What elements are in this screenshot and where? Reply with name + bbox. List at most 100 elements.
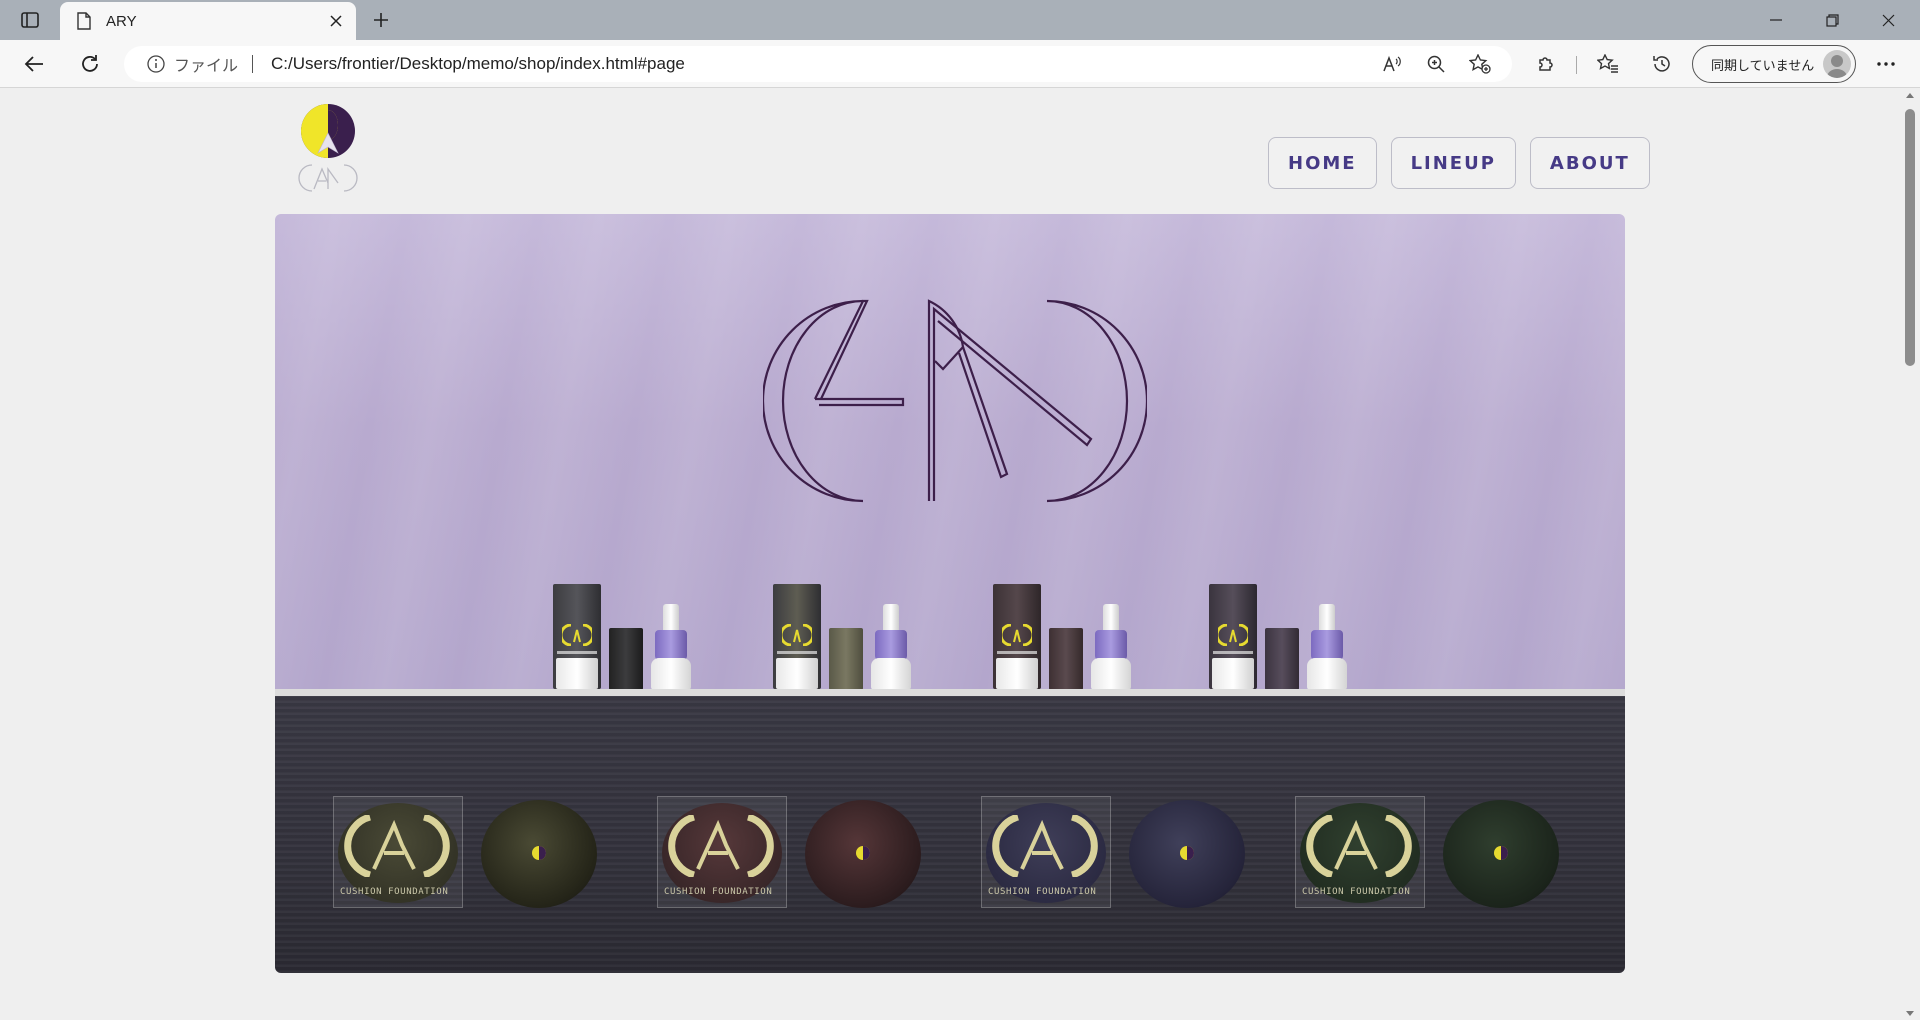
history-icon <box>1653 56 1670 72</box>
url-scheme-label: ファイル <box>174 58 239 75</box>
cushion-compact <box>481 800 597 908</box>
close-tab-icon[interactable] <box>322 7 350 35</box>
lipstick-display-1[interactable] <box>553 584 693 690</box>
favorites-icon <box>1597 54 1618 73</box>
ary-mark-icon <box>1494 846 1508 860</box>
ary-emblem-icon <box>298 104 358 192</box>
add-favorite-icon[interactable] <box>1458 48 1502 80</box>
cushion-display-4[interactable]: CUSHION FOUNDATION <box>1295 796 1565 908</box>
lipstick-tube <box>651 604 691 690</box>
ary-mark-icon <box>1180 846 1194 860</box>
restore-icon <box>1825 13 1839 27</box>
lipstick-box-base <box>1212 658 1254 689</box>
cushion-display-1[interactable]: CUSHION FOUNDATION <box>333 796 603 908</box>
hero-image: CUSHION FOUNDATION CUSHION FOUNDATION CU… <box>275 214 1625 973</box>
tab-title: ARY <box>106 12 137 30</box>
cushion-case: CUSHION FOUNDATION <box>1295 796 1425 908</box>
ary-case-logo-icon <box>344 815 450 877</box>
scroll-up-icon[interactable] <box>1906 93 1914 98</box>
lipstick-cap <box>1265 628 1299 690</box>
extensions-button[interactable] <box>1528 48 1564 80</box>
cushion-compact <box>805 800 921 908</box>
plus-icon <box>374 13 388 27</box>
ary-case-logo-icon <box>668 815 774 877</box>
close-icon <box>1882 14 1894 26</box>
tab-actions-icon <box>21 12 39 28</box>
cushion-label: CUSHION FOUNDATION <box>340 887 449 897</box>
ary-mark-icon <box>562 624 592 646</box>
lipstick-box <box>553 584 601 689</box>
close-window-button[interactable] <box>1860 0 1916 40</box>
ary-brand-logo-icon <box>763 299 1147 503</box>
ary-mark-icon <box>856 846 870 860</box>
lipstick-box <box>993 584 1041 689</box>
browser-toolbar: ファイル C:/Users/frontier/Desktop/memo/shop… <box>0 40 1920 88</box>
cushion-label: CUSHION FOUNDATION <box>1302 887 1411 897</box>
lipstick-cap <box>829 628 863 690</box>
address-bar-actions <box>1370 48 1502 80</box>
avatar <box>1823 50 1851 78</box>
ary-mark-icon <box>1218 624 1248 646</box>
profile-status: 同期していません <box>1711 58 1815 74</box>
browser-tab[interactable]: ARY <box>60 2 356 40</box>
read-aloud-icon[interactable] <box>1370 48 1414 80</box>
cushion-display-2[interactable]: CUSHION FOUNDATION <box>657 796 927 908</box>
history-button[interactable] <box>1644 48 1680 80</box>
ary-case-logo-icon <box>992 815 1098 877</box>
profile-button[interactable]: 同期していません <box>1692 45 1856 83</box>
favorites-button[interactable] <box>1590 48 1626 80</box>
puzzle-icon <box>1539 57 1553 71</box>
lipstick-box-label <box>557 651 597 654</box>
lipstick-box-label <box>997 651 1037 654</box>
lipstick-box-label <box>1213 651 1253 654</box>
url-divider <box>252 55 254 73</box>
cushion-case: CUSHION FOUNDATION <box>981 796 1111 908</box>
new-tab-button[interactable] <box>366 6 396 34</box>
toolbar-divider <box>1576 56 1577 74</box>
lipstick-tube <box>1307 604 1347 690</box>
cushion-label: CUSHION FOUNDATION <box>664 887 773 897</box>
ary-case-logo-icon <box>1306 815 1412 877</box>
nav-about-button[interactable]: ABOUT <box>1529 137 1650 189</box>
back-button[interactable] <box>16 48 52 80</box>
more-icon <box>1877 62 1895 66</box>
restore-button[interactable] <box>1804 0 1860 40</box>
lipstick-box <box>1209 584 1257 689</box>
minimize-icon <box>1770 19 1782 21</box>
nav-home-button[interactable]: HOME <box>1268 137 1377 189</box>
lipstick-display-2[interactable] <box>773 584 913 690</box>
lipstick-display-3[interactable] <box>993 584 1133 690</box>
lipstick-display-4[interactable] <box>1209 584 1349 690</box>
lipstick-cap <box>1049 628 1083 690</box>
lipstick-tube <box>1091 604 1131 690</box>
cushion-display-3[interactable]: CUSHION FOUNDATION <box>981 796 1251 908</box>
reload-button[interactable] <box>72 48 108 80</box>
info-icon[interactable] <box>146 54 166 74</box>
zoom-icon[interactable] <box>1414 48 1458 80</box>
url-text[interactable]: C:/Users/frontier/Desktop/memo/shop/inde… <box>271 54 1370 74</box>
lipstick-box <box>773 584 821 689</box>
scroll-thumb[interactable] <box>1905 109 1915 366</box>
settings-menu-button[interactable] <box>1868 48 1904 80</box>
cushion-compact <box>1129 800 1245 908</box>
scroll-down-icon[interactable] <box>1906 1011 1914 1016</box>
ary-mark-icon <box>1002 624 1032 646</box>
page-scrollbar[interactable] <box>1900 89 1920 1020</box>
cushion-case: CUSHION FOUNDATION <box>333 796 463 908</box>
lipstick-tube <box>871 604 911 690</box>
display-shelf <box>275 689 1625 696</box>
nav-lineup-button[interactable]: LINEUP <box>1390 137 1516 189</box>
back-arrow-icon <box>24 56 43 72</box>
cushion-compact <box>1443 800 1559 908</box>
address-bar[interactable]: ファイル C:/Users/frontier/Desktop/memo/shop… <box>124 46 1512 82</box>
lipstick-box-base <box>776 658 818 689</box>
page-viewport: HOME LINEUP ABOUT CUSHION FOUNDATION CUS… <box>0 89 1900 1020</box>
site-navigation: HOME LINEUP ABOUT <box>1268 137 1650 189</box>
lipstick-box-label <box>777 651 817 654</box>
tab-actions-button[interactable] <box>14 8 46 32</box>
ary-mark-icon <box>782 624 812 646</box>
reload-icon <box>82 55 98 72</box>
site-logo[interactable] <box>298 103 358 195</box>
cushion-label: CUSHION FOUNDATION <box>988 887 1097 897</box>
minimize-button[interactable] <box>1748 0 1804 40</box>
